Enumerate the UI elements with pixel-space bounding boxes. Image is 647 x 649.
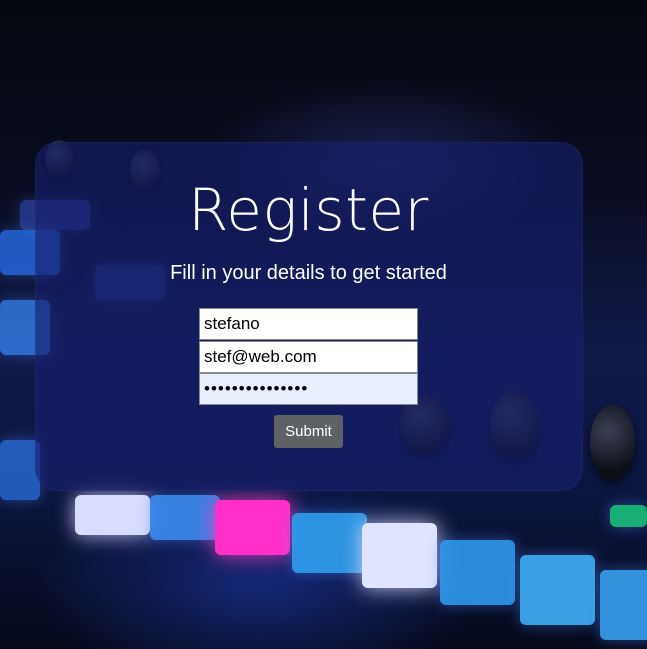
submit-button[interactable]: Submit bbox=[274, 415, 343, 448]
knob-decoration bbox=[590, 405, 635, 480]
pad-decoration bbox=[520, 555, 595, 625]
pad-decoration bbox=[610, 505, 647, 527]
pad-decoration bbox=[600, 570, 647, 640]
email-field[interactable] bbox=[199, 341, 418, 373]
pad-decoration bbox=[215, 500, 290, 555]
password-field[interactable] bbox=[199, 373, 418, 405]
name-field[interactable] bbox=[199, 308, 418, 340]
page-title: Register bbox=[188, 176, 429, 244]
pad-decoration bbox=[75, 495, 150, 535]
pad-decoration bbox=[292, 513, 367, 573]
pad-decoration bbox=[440, 540, 515, 605]
pad-decoration bbox=[150, 495, 220, 540]
pad-decoration bbox=[0, 440, 40, 500]
page-subtitle: Fill in your details to get started bbox=[170, 262, 447, 284]
pad-decoration bbox=[362, 523, 437, 588]
